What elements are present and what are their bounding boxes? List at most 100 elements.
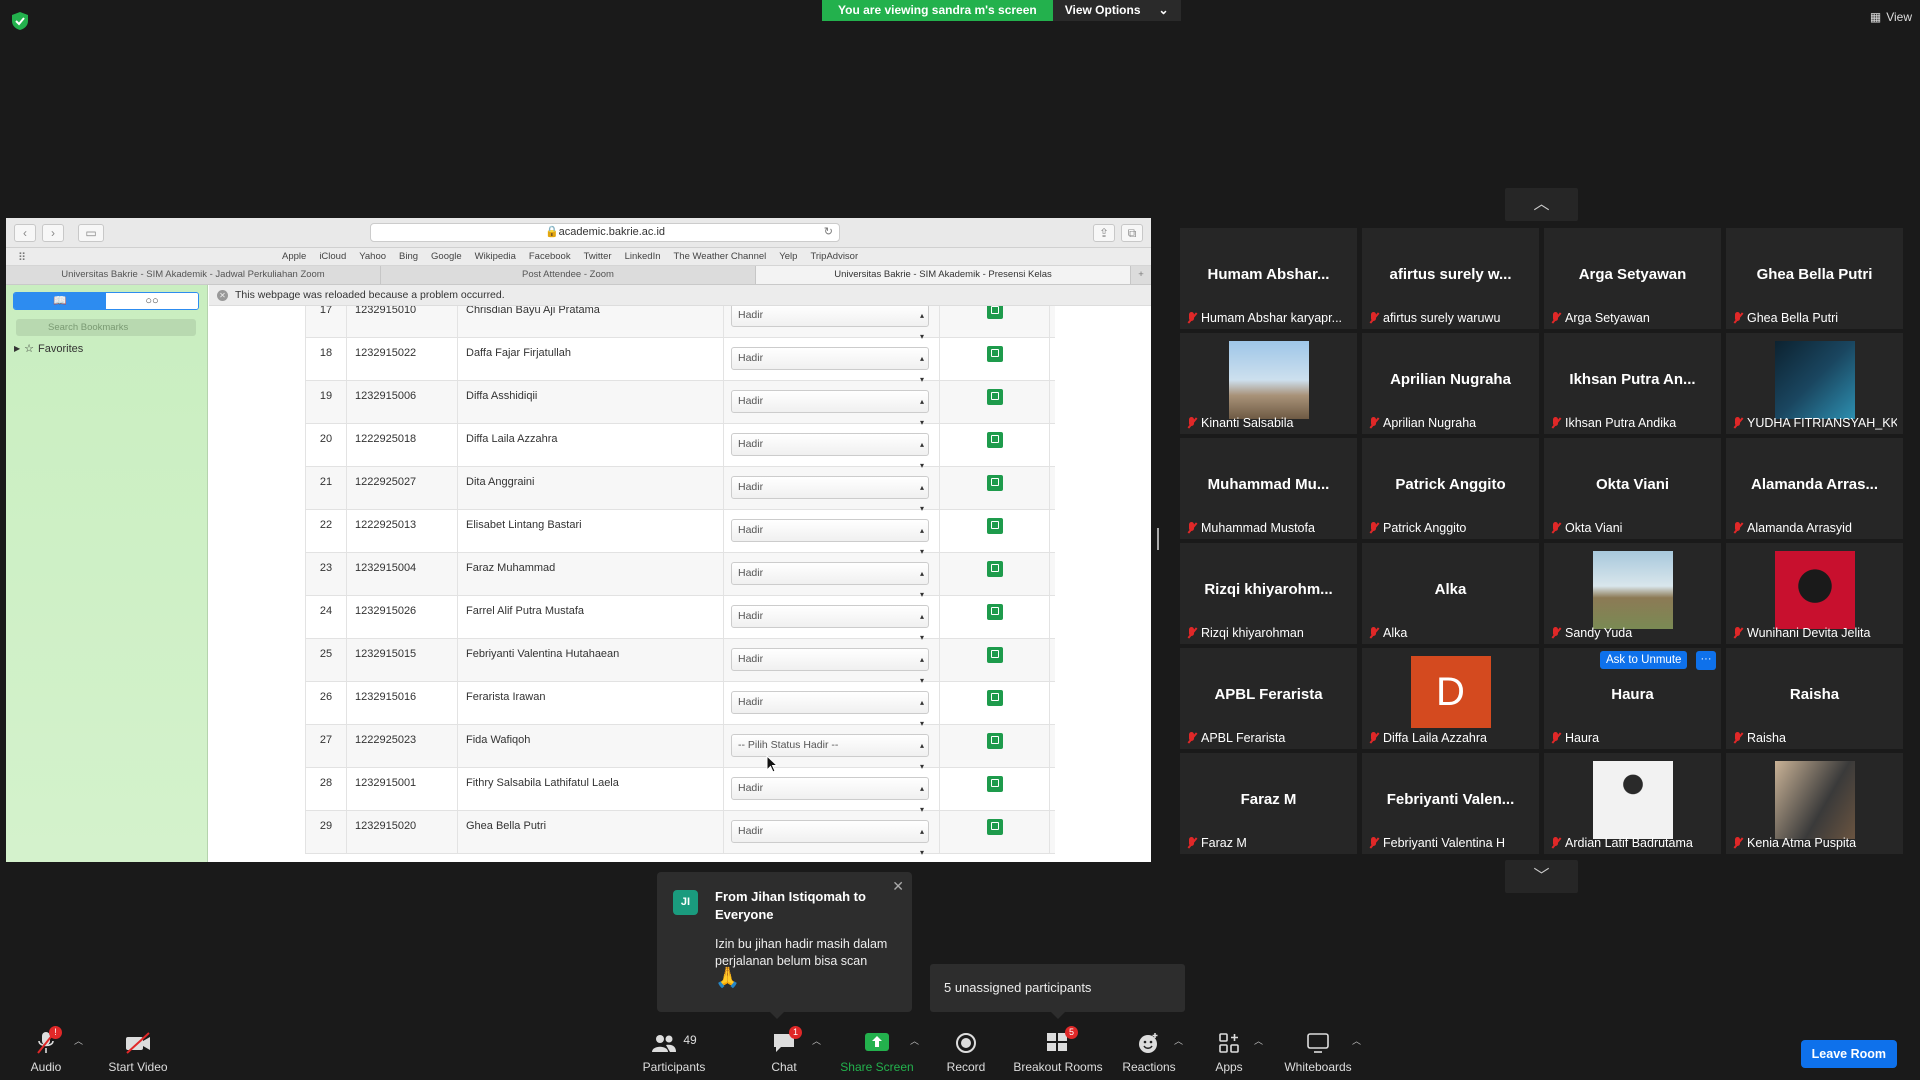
record-button[interactable]: Record — [921, 1030, 1011, 1074]
apps-caret-icon[interactable]: ︿ — [1254, 1034, 1263, 1047]
status-select[interactable]: Hadir ▴ ▾ — [731, 390, 929, 427]
view-options-button[interactable]: View Options ⌄ — [1052, 0, 1181, 21]
participant-tile[interactable]: Raisha Raisha — [1726, 648, 1903, 749]
save-icon[interactable] — [986, 776, 1003, 792]
tab-presensi[interactable]: Universitas Bakrie - SIM Akademik - Pres… — [756, 266, 1131, 284]
status-select[interactable]: Hadir ▴ ▾ — [731, 347, 929, 384]
tab-jadwal[interactable]: Universitas Bakrie - SIM Akademik - Jadw… — [6, 266, 381, 284]
status-select[interactable]: Hadir ▴ ▾ — [731, 433, 929, 470]
bookmarks-book-icon[interactable]: 📖 — [14, 293, 106, 309]
status-select[interactable]: Hadir ▴ ▾ — [731, 605, 929, 642]
participant-tile[interactable]: afirtus surely w... afirtus surely waruwu — [1362, 228, 1539, 329]
participant-tile[interactable]: Haura Ask to Unmute ··· Haura — [1544, 648, 1721, 749]
favorite-link[interactable]: Google — [431, 251, 462, 262]
status-select[interactable]: -- Pilih Status Hadir -- ▴ ▾ — [731, 734, 929, 771]
sidebar-mode-toggle[interactable]: 📖 ○○ — [13, 292, 199, 310]
status-select[interactable]: Hadir ▴ ▾ — [731, 306, 929, 341]
participant-tile[interactable]: Alka Alka — [1362, 543, 1539, 644]
address-bar[interactable]: 🔒academic.bakrie.ac.id ↻ — [370, 223, 840, 242]
save-icon[interactable] — [986, 432, 1003, 448]
view-button[interactable]: ▦ View — [1870, 10, 1912, 24]
reactions-caret-icon[interactable]: ︿ — [1174, 1034, 1183, 1047]
participant-tile[interactable]: Humam Abshar... Humam Abshar karyapr... — [1180, 228, 1357, 329]
favorite-link[interactable]: iCloud — [319, 251, 346, 262]
participant-tile[interactable]: APBL Ferarista APBL Ferarista — [1180, 648, 1357, 749]
tab-post-attendee[interactable]: Post Attendee - Zoom — [381, 266, 756, 284]
participant-tile[interactable]: Faraz M Faraz M — [1180, 753, 1357, 854]
start-video-button[interactable]: Start Video — [93, 1030, 183, 1074]
splitter-handle[interactable] — [1157, 528, 1159, 550]
back-button[interactable]: ‹ — [14, 223, 36, 242]
search-bookmarks-input[interactable]: Search Bookmarks — [16, 319, 196, 336]
chat-options-caret-icon[interactable]: ︿ — [812, 1034, 821, 1047]
security-shield-icon[interactable] — [12, 12, 28, 30]
participant-tile[interactable]: Arga Setyawan Arga Setyawan — [1544, 228, 1721, 329]
status-select[interactable]: Hadir ▴ ▾ — [731, 777, 929, 814]
reading-list-icon[interactable]: ○○ — [106, 293, 198, 309]
participant-tile[interactable]: Kenia Atma Puspita — [1726, 753, 1903, 854]
whiteboards-caret-icon[interactable]: ︿ — [1352, 1034, 1361, 1047]
chat-notification[interactable]: JI From Jihan Istiqomah to Everyone Izin… — [657, 872, 912, 1019]
gallery-up-button[interactable]: ︿ — [1505, 188, 1578, 221]
status-select[interactable]: Hadir ▴ ▾ — [731, 691, 929, 728]
favorite-link[interactable]: Bing — [399, 251, 418, 262]
leave-room-button[interactable]: Leave Room — [1800, 1040, 1897, 1068]
save-icon[interactable] — [986, 475, 1003, 491]
share-options-caret-icon[interactable]: ︿ — [910, 1034, 919, 1047]
participant-tile[interactable]: Ardian Latif Badrutama — [1544, 753, 1721, 854]
participant-tile[interactable]: YUDHA FITRIANSYAH_KK — [1726, 333, 1903, 434]
breakout-rooms-button[interactable]: 5 Breakout Rooms — [1013, 1026, 1103, 1074]
favorite-link[interactable]: The Weather Channel — [674, 251, 767, 262]
favorite-link[interactable]: LinkedIn — [625, 251, 661, 262]
status-select[interactable]: Hadir ▴ ▾ — [731, 519, 929, 556]
participant-tile[interactable]: Ghea Bella Putri Ghea Bella Putri — [1726, 228, 1903, 329]
sidebar-toggle-button[interactable]: ▭ — [78, 223, 104, 242]
participant-tile[interactable]: Sandy Yuda — [1544, 543, 1721, 644]
status-select[interactable]: Hadir ▴ ▾ — [731, 648, 929, 685]
save-icon[interactable] — [986, 346, 1003, 362]
save-icon[interactable] — [986, 733, 1003, 749]
save-icon[interactable] — [986, 389, 1003, 405]
new-tab-icon[interactable]: + — [1131, 266, 1151, 284]
close-icon[interactable]: ✕ — [892, 878, 904, 895]
tabs-overview-icon[interactable]: ⧉ — [1121, 223, 1143, 242]
save-icon[interactable] — [986, 306, 1003, 319]
gallery-down-button[interactable]: ﹀ — [1505, 860, 1578, 893]
favorite-link[interactable]: Apple — [282, 251, 306, 262]
favorite-link[interactable]: Wikipedia — [475, 251, 516, 262]
participant-tile[interactable]: Wunihani Devita Jelita — [1726, 543, 1903, 644]
share-icon[interactable]: ⇪ — [1093, 223, 1115, 242]
participant-tile[interactable]: Rizqi khiyarohm... Rizqi khiyarohman — [1180, 543, 1357, 644]
apps-grid-icon[interactable]: ⠿ — [18, 251, 26, 264]
favorites-folder[interactable]: ▶ ☆ Favorites — [14, 342, 83, 356]
close-notice-icon[interactable]: ✕ — [217, 290, 228, 301]
status-select[interactable]: Hadir ▴ ▾ — [731, 562, 929, 599]
favorite-link[interactable]: Yelp — [779, 251, 797, 262]
save-icon[interactable] — [986, 819, 1003, 835]
participant-tile[interactable]: Patrick Anggito Patrick Anggito — [1362, 438, 1539, 539]
save-icon[interactable] — [986, 690, 1003, 706]
participant-tile[interactable]: Aprilian Nugraha Aprilian Nugraha — [1362, 333, 1539, 434]
status-select[interactable]: Hadir ▴ ▾ — [731, 476, 929, 513]
reload-icon[interactable]: ↻ — [824, 224, 833, 241]
forward-button[interactable]: › — [42, 223, 64, 242]
save-icon[interactable] — [986, 604, 1003, 620]
unassigned-tooltip[interactable]: 5 unassigned participants — [930, 964, 1185, 1019]
participants-button[interactable]: 49 Participants — [629, 1030, 719, 1074]
save-icon[interactable] — [986, 561, 1003, 577]
favorite-link[interactable]: TripAdvisor — [810, 251, 858, 262]
participant-tile[interactable]: Okta Viani Okta Viani — [1544, 438, 1721, 539]
favorite-link[interactable]: Twitter — [584, 251, 612, 262]
save-icon[interactable] — [986, 518, 1003, 534]
participant-tile[interactable]: Ikhsan Putra An... Ikhsan Putra Andika — [1544, 333, 1721, 434]
participant-tile[interactable]: Kinanti Salsabila — [1180, 333, 1357, 434]
participant-tile[interactable]: Alamanda Arras... Alamanda Arrasyid — [1726, 438, 1903, 539]
whiteboards-button[interactable]: Whiteboards — [1273, 1030, 1363, 1074]
favorite-link[interactable]: Yahoo — [359, 251, 386, 262]
more-options-icon[interactable]: ··· — [1696, 651, 1716, 670]
shared-screen[interactable]: ‹ › ▭ 🔒academic.bakrie.ac.id ↻ ⇪ ⧉ ⠿ Appl… — [6, 218, 1151, 862]
audio-options-caret-icon[interactable]: ︿ — [74, 1034, 83, 1047]
participant-tile[interactable]: Febriyanti Valen... Febriyanti Valentina … — [1362, 753, 1539, 854]
participant-tile[interactable]: Muhammad Mu... Muhammad Mustofa — [1180, 438, 1357, 539]
share-screen-button[interactable]: Share Screen — [832, 1030, 922, 1074]
